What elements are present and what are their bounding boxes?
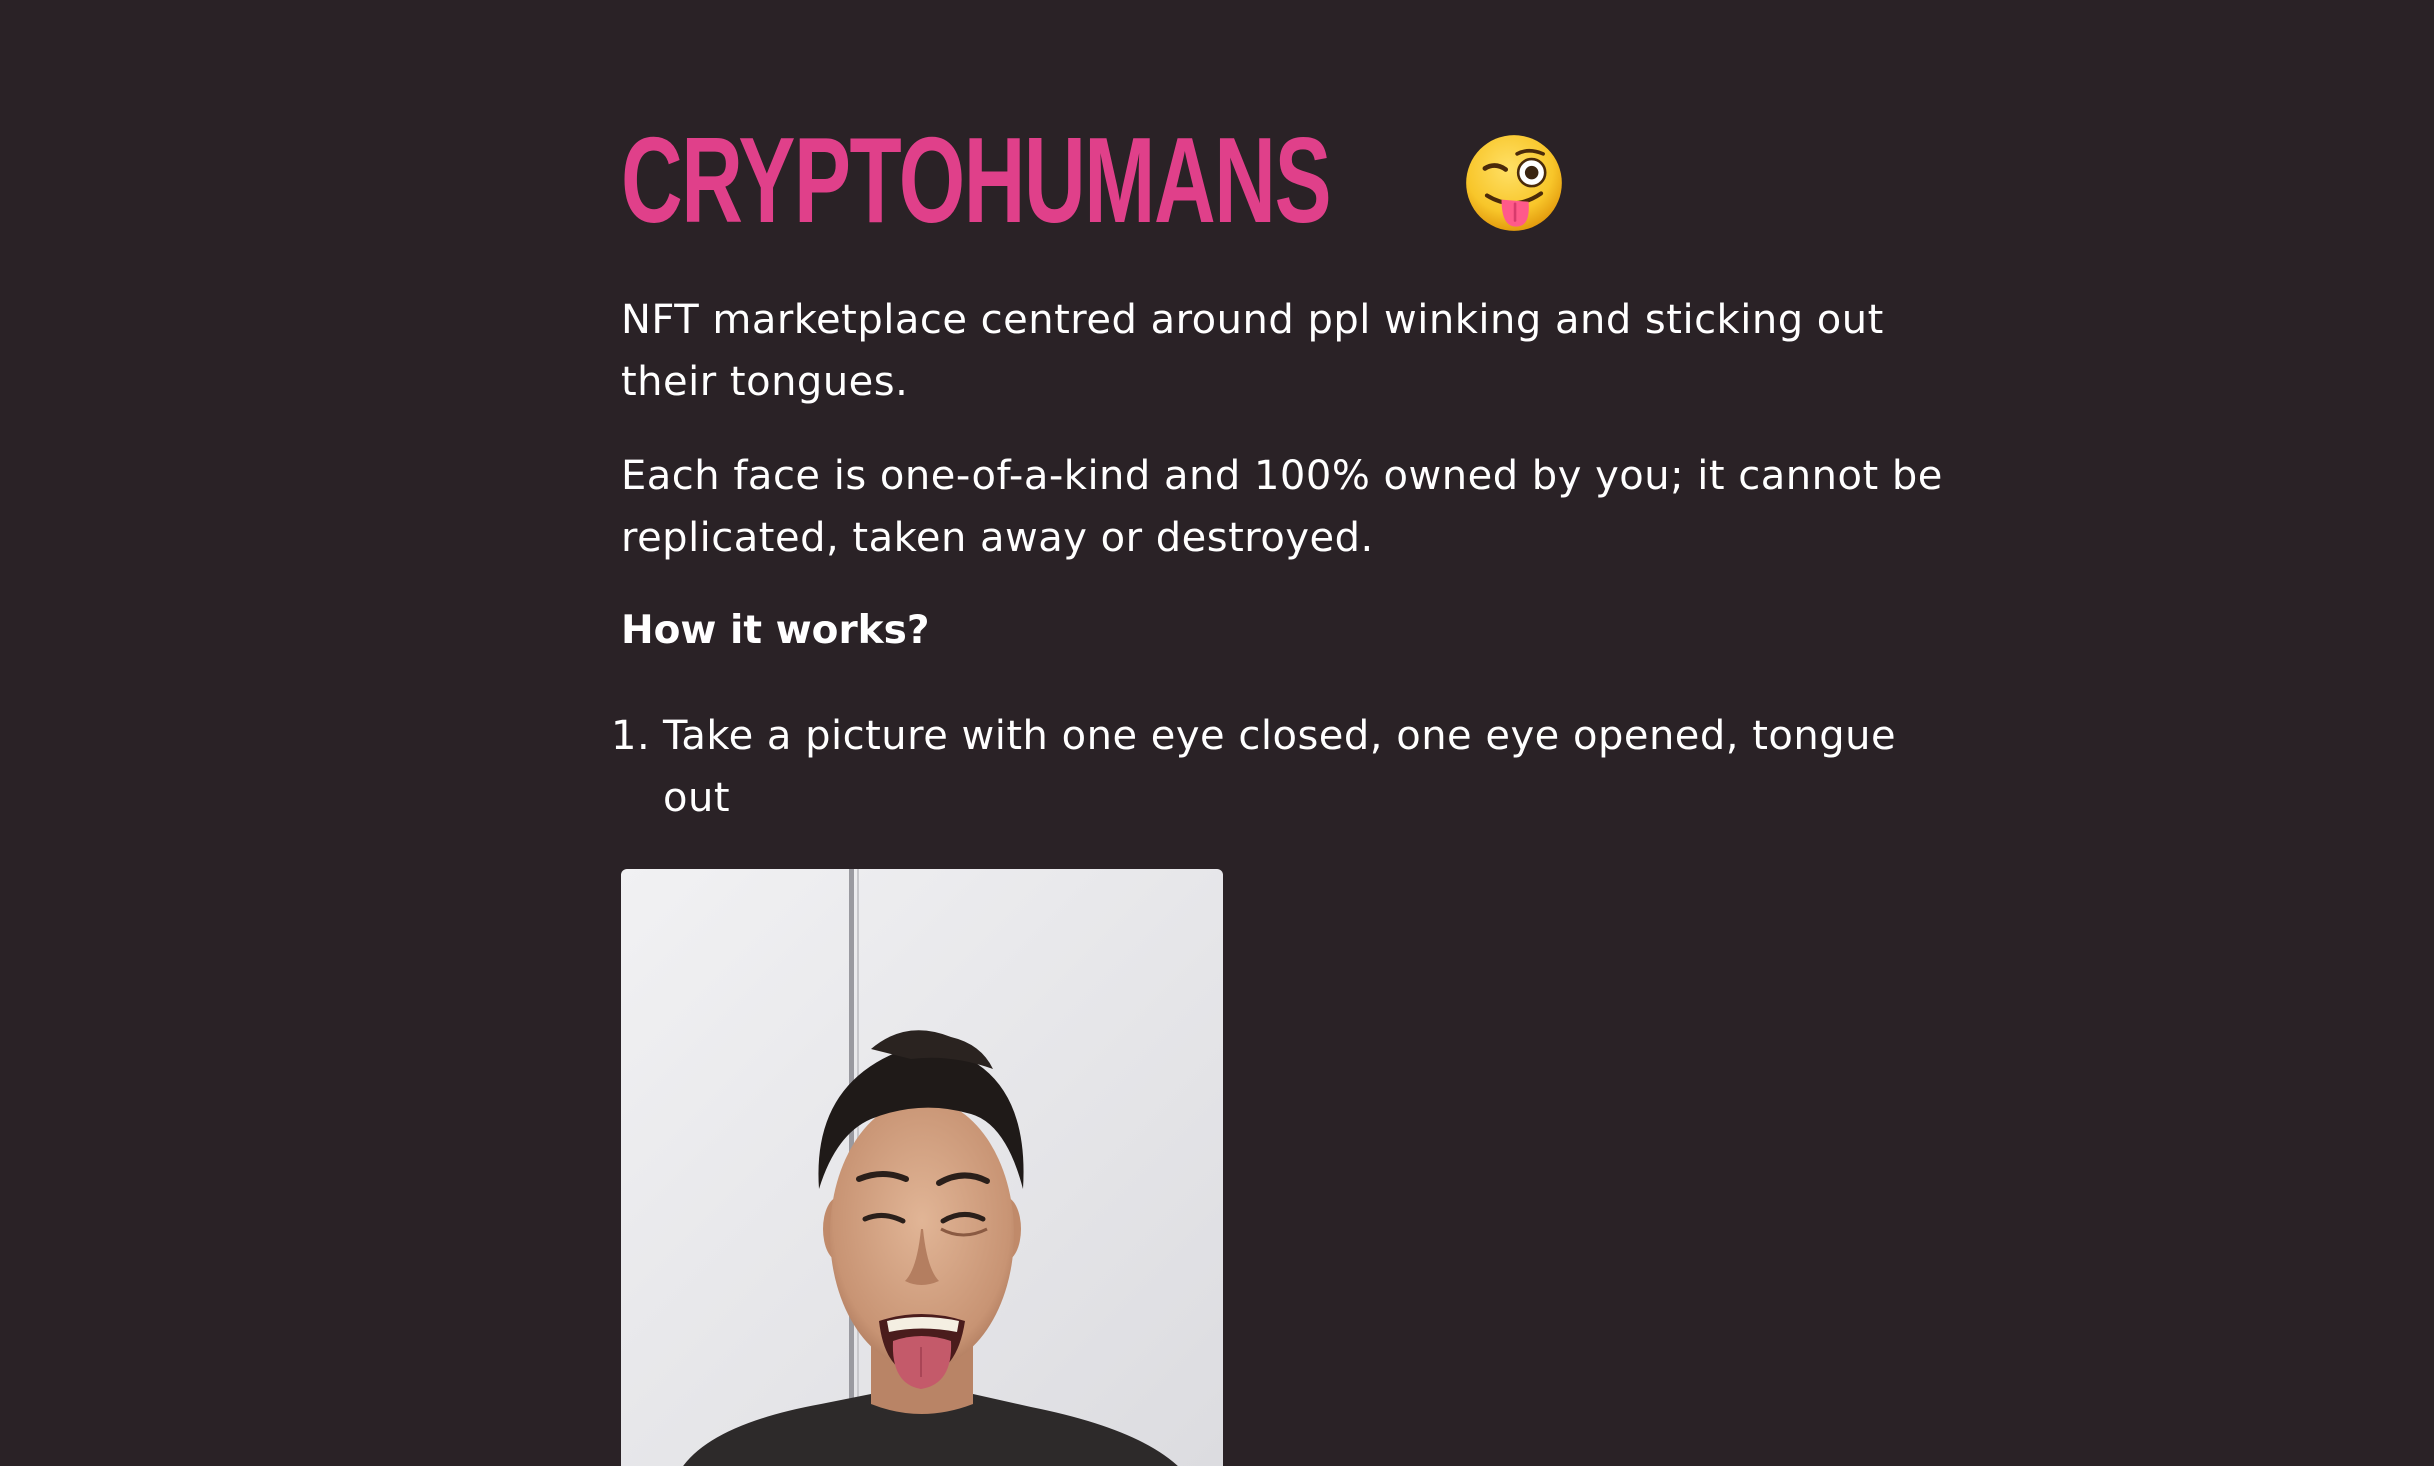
title-row: CRYPTOHUMANS xyxy=(621,110,1566,250)
intro-paragraph-marketplace: NFT marketplace centred around ppl winki… xyxy=(621,297,1884,405)
page-title: CRYPTOHUMANS xyxy=(621,112,1332,248)
winking-face-with-tongue-icon xyxy=(1466,135,1562,231)
intro-paragraph-ownership: Each face is one-of-a-kind and 100% owne… xyxy=(621,453,1943,561)
photo-illustration xyxy=(621,869,1223,1466)
steps-list: 1. Take a picture with one eye closed, o… xyxy=(611,705,1981,829)
winking-face-photo xyxy=(621,869,1223,1466)
how-it-works-heading: How it works? xyxy=(621,608,930,653)
list-item: 1. Take a picture with one eye closed, o… xyxy=(611,705,1963,829)
step-text: Take a picture with one eye closed, one … xyxy=(663,713,1897,821)
step-number: 1. xyxy=(611,713,651,759)
